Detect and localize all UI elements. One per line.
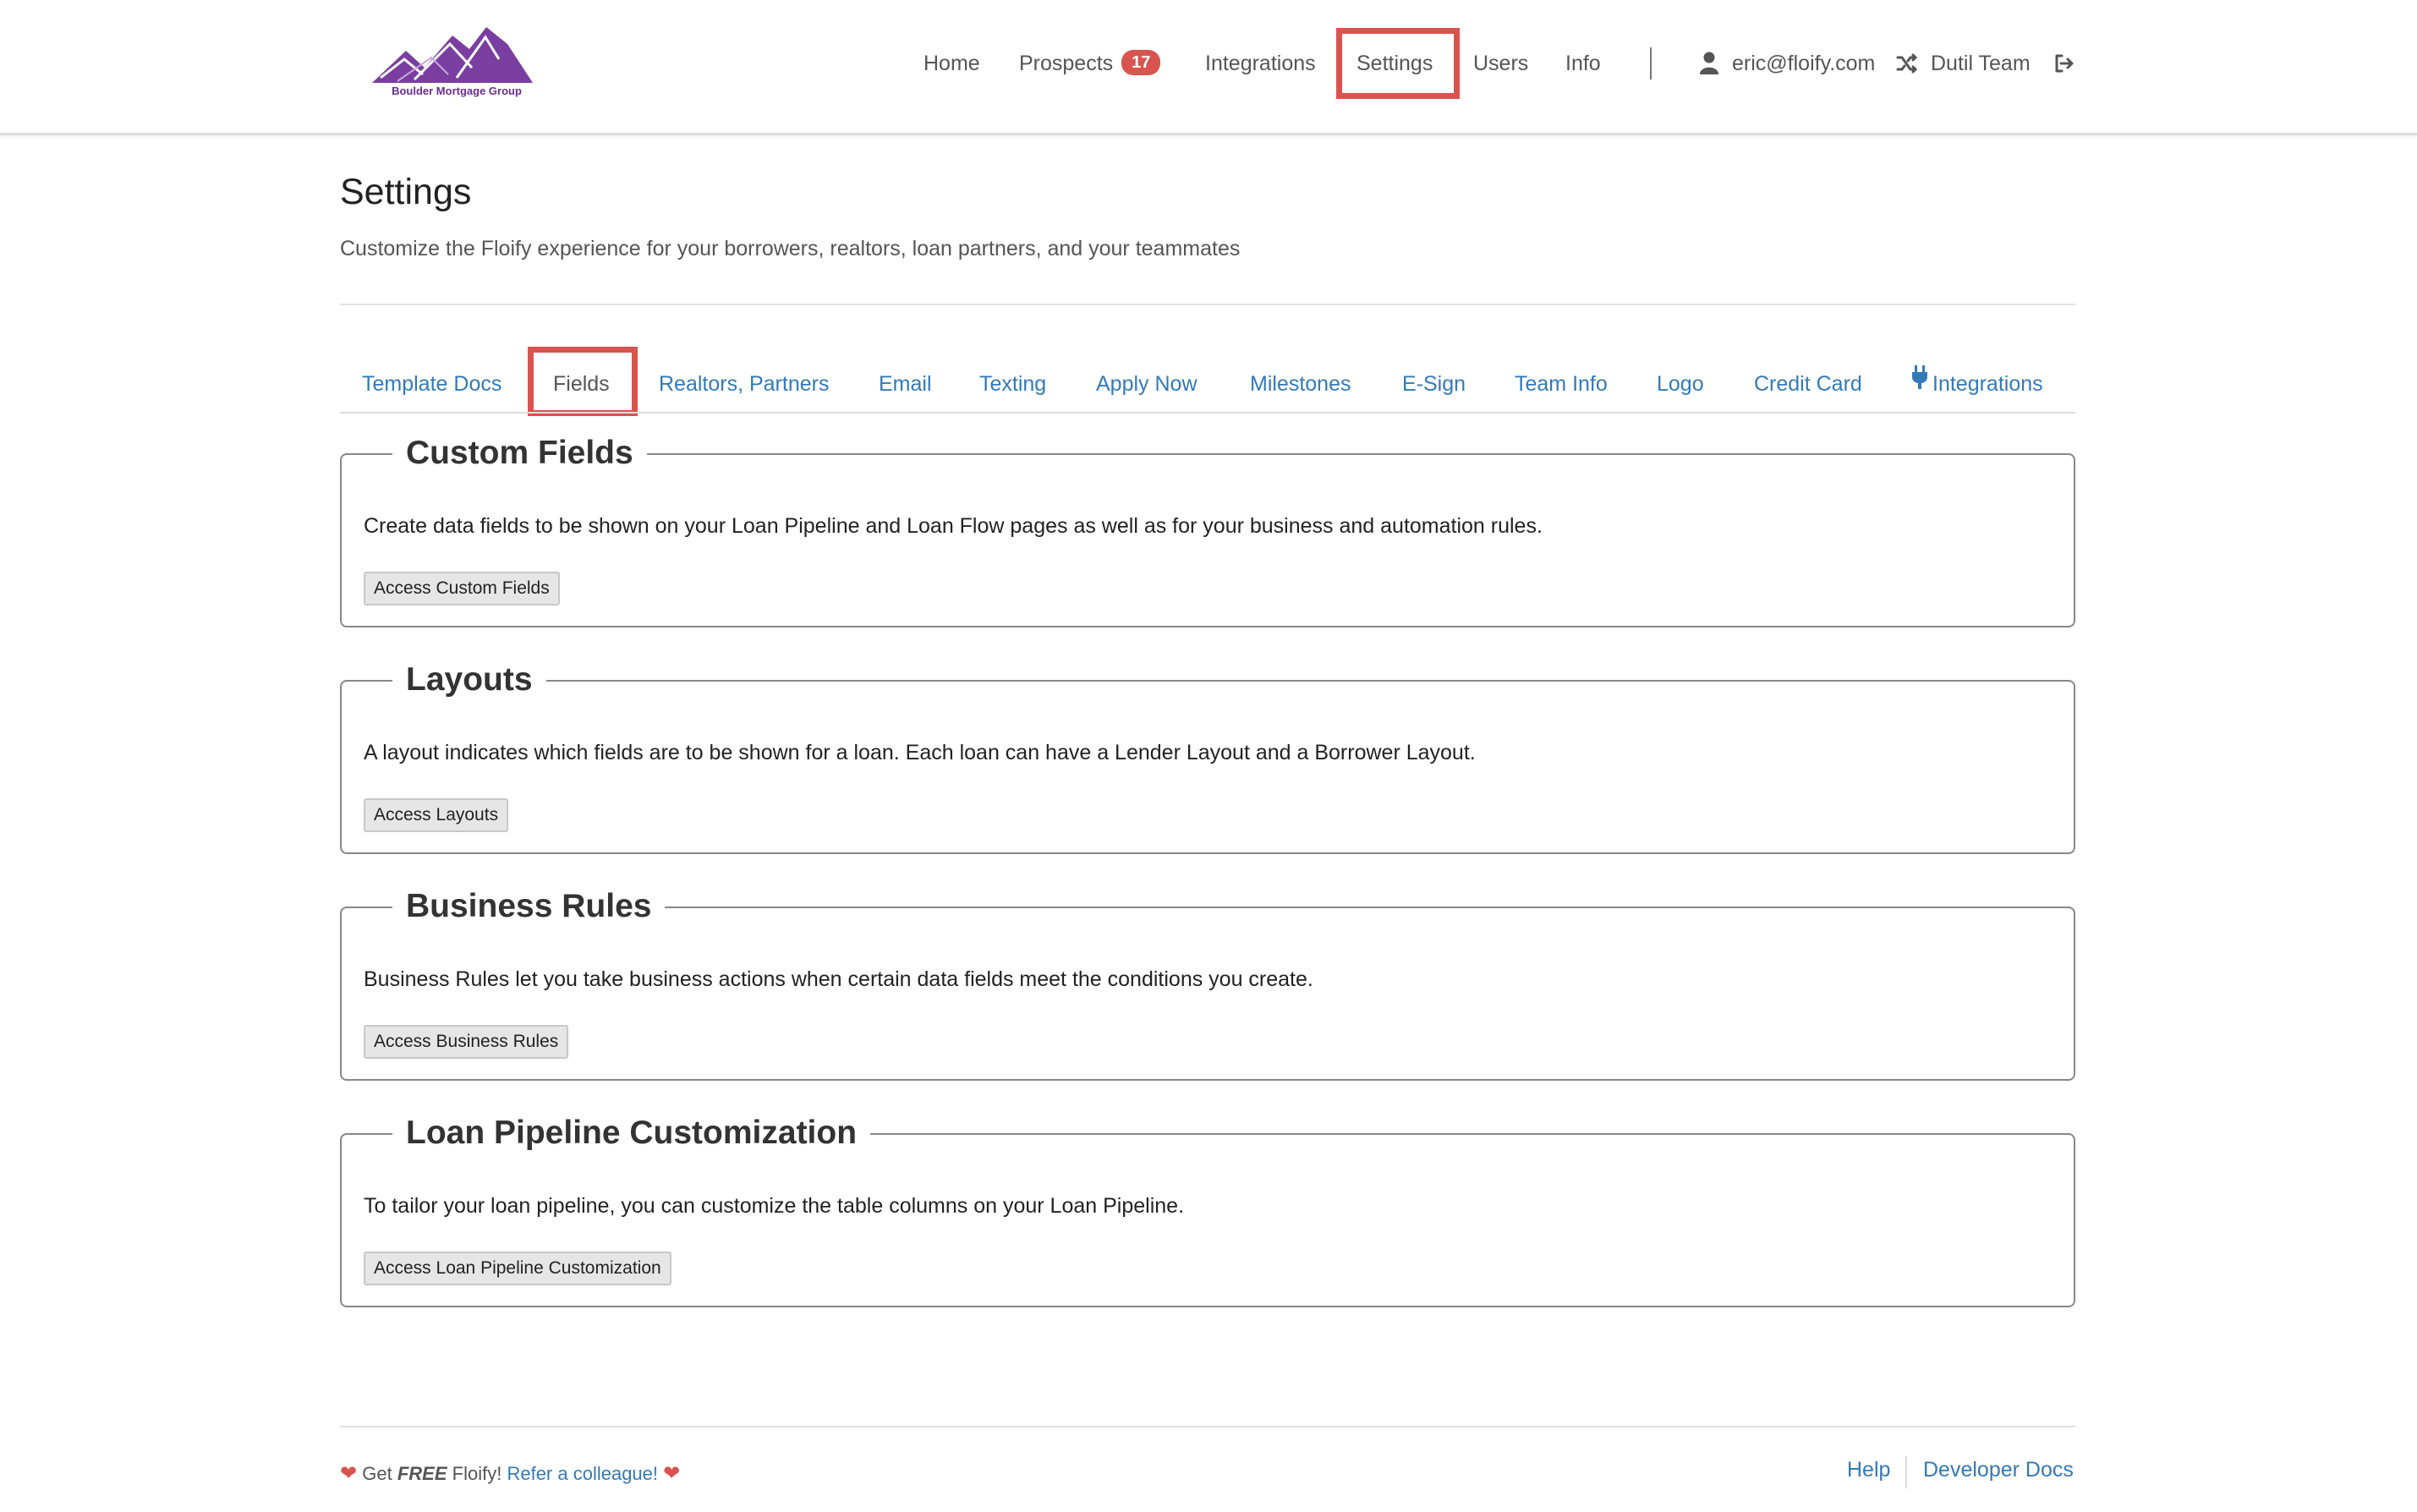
nav-integrations[interactable]: Integrations xyxy=(1205,47,1316,80)
loan-pipeline-customization-section: Loan Pipeline Customization To tailor yo… xyxy=(340,1113,2075,1307)
top-navbar: Boulder Mortgage Group Home Prospects 17 … xyxy=(0,0,2417,135)
tab-texting[interactable]: Texting xyxy=(979,365,1046,403)
mountain-logo-icon xyxy=(372,27,533,83)
prospects-count-badge: 17 xyxy=(1121,50,1161,76)
access-loan-pipeline-customization-button[interactable]: Access Loan Pipeline Customization xyxy=(364,1252,671,1285)
business-rules-section: Business Rules Business Rules let you ta… xyxy=(340,886,2075,1081)
sign-out-icon[interactable] xyxy=(2053,52,2075,79)
page-subtitle: Customize the Floify experience for your… xyxy=(340,237,1241,260)
section-description: Business Rules let you take business act… xyxy=(364,967,1313,991)
section-description: Create data fields to be shown on your L… xyxy=(364,514,1543,538)
nav-info[interactable]: Info xyxy=(1565,47,1601,80)
header-divider xyxy=(340,304,2075,305)
tab-integrations-label: Integrations xyxy=(1932,372,2043,396)
layouts-section: Layouts A layout indicates which fields … xyxy=(340,660,2075,854)
tab-email[interactable]: Email xyxy=(879,365,932,403)
heart-icon: ❤ xyxy=(340,1462,358,1485)
nav-settings[interactable]: Settings xyxy=(1356,47,1433,80)
section-description: To tailor your loan pipeline, you can cu… xyxy=(364,1194,1185,1218)
footer-get: Get xyxy=(362,1463,392,1484)
team-switcher[interactable]: Dutil Team xyxy=(1931,47,2031,80)
tab-milestones[interactable]: Milestones xyxy=(1250,365,1351,403)
footer-divider xyxy=(340,1426,2075,1427)
access-business-rules-button[interactable]: Access Business Rules xyxy=(364,1025,569,1059)
user-email[interactable]: eric@floify.com xyxy=(1732,47,1875,80)
tab-fields[interactable]: Fields xyxy=(553,365,610,403)
access-custom-fields-button[interactable]: Access Custom Fields xyxy=(364,572,560,605)
footer-referral: ❤ Get FREE Floify! Refer a colleague! ❤ xyxy=(340,1461,680,1486)
nav-prospects-label: Prospects xyxy=(1019,52,1114,75)
nav-users[interactable]: Users xyxy=(1473,47,1528,80)
footer-floify: Floify! xyxy=(452,1463,502,1484)
help-link[interactable]: Help xyxy=(1847,1458,1890,1482)
tabs-underline xyxy=(340,412,2075,414)
tab-team-info[interactable]: Team Info xyxy=(1515,365,1608,403)
footer-separator xyxy=(1905,1456,1907,1488)
page-title: Settings xyxy=(340,172,472,212)
tab-realtors-partners[interactable]: Realtors, Partners xyxy=(659,365,829,403)
tab-credit-card[interactable]: Credit Card xyxy=(1754,365,1862,403)
access-layouts-button[interactable]: Access Layouts xyxy=(364,798,509,832)
plug-icon xyxy=(1912,364,1927,401)
section-title: Custom Fields xyxy=(392,433,647,474)
footer-free: FREE xyxy=(397,1463,447,1484)
shuffle-icon[interactable] xyxy=(1896,52,1918,79)
custom-fields-section: Custom Fields Create data fields to be s… xyxy=(340,433,2075,627)
nav-divider xyxy=(1650,47,1652,79)
tab-apply-now[interactable]: Apply Now xyxy=(1096,365,1198,403)
heart-icon: ❤ xyxy=(663,1462,681,1485)
tab-logo[interactable]: Logo xyxy=(1657,365,1704,403)
user-icon xyxy=(1700,51,1718,79)
section-title: Loan Pipeline Customization xyxy=(392,1113,871,1153)
tab-integrations[interactable]: Integrations xyxy=(1912,365,2043,403)
tab-e-sign[interactable]: E-Sign xyxy=(1402,365,1466,403)
tab-template-docs[interactable]: Template Docs xyxy=(362,365,501,403)
developer-docs-link[interactable]: Developer Docs xyxy=(1923,1458,2074,1482)
nav-home[interactable]: Home xyxy=(924,47,980,80)
section-title: Business Rules xyxy=(392,886,666,927)
section-title: Layouts xyxy=(392,660,546,700)
nav-prospects[interactable]: Prospects 17 xyxy=(1019,47,1161,80)
company-logo[interactable]: Boulder Mortgage Group xyxy=(372,25,541,103)
logo-text: Boulder Mortgage Group xyxy=(392,85,522,97)
refer-colleague-link[interactable]: Refer a colleague! xyxy=(507,1463,658,1484)
section-description: A layout indicates which fields are to b… xyxy=(364,741,1476,764)
